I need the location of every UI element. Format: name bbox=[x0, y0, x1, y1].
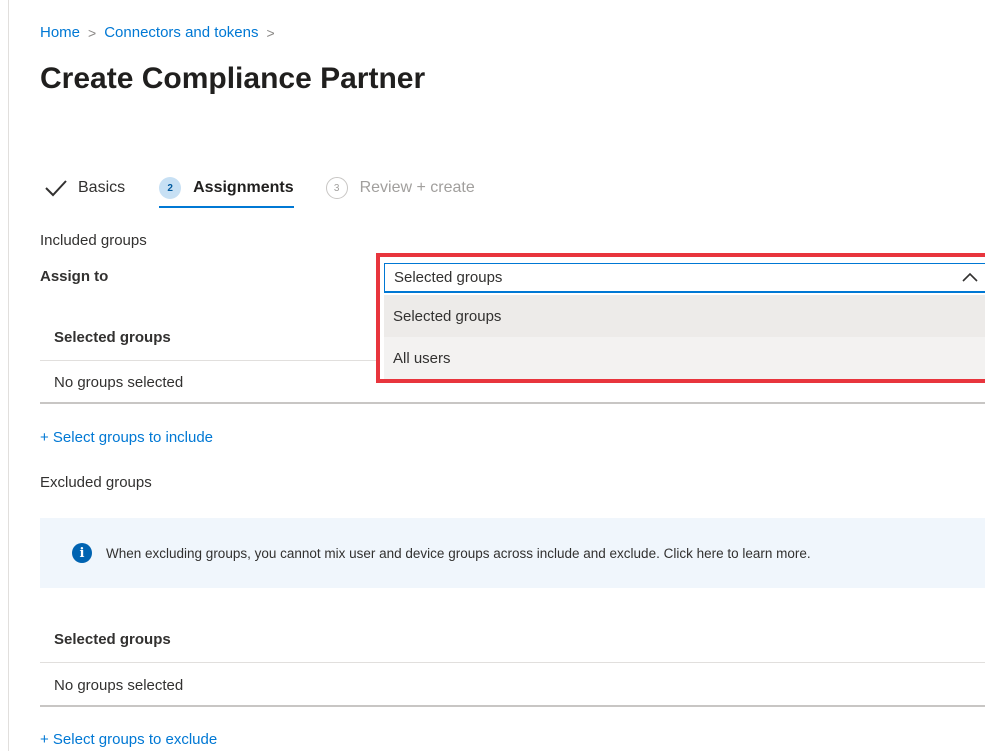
included-empty-state: No groups selected bbox=[54, 374, 184, 391]
select-groups-to-include-link[interactable]: + Select groups to include bbox=[40, 429, 213, 446]
page-title: Create Compliance Partner bbox=[40, 62, 426, 95]
tab-basics-label: Basics bbox=[78, 179, 126, 196]
info-message-bar[interactable]: i When excluding groups, you cannot mix … bbox=[40, 518, 985, 588]
step-number-badge: 3 bbox=[325, 177, 348, 199]
divider bbox=[40, 662, 985, 663]
dropdown-option-label: Selected groups bbox=[393, 307, 502, 325]
included-groups-heading: Included groups bbox=[40, 232, 147, 249]
excluded-table-header: Selected groups bbox=[54, 631, 171, 648]
dropdown-option-label: All users bbox=[393, 349, 451, 367]
dropdown-option-all-users[interactable]: All users bbox=[384, 337, 985, 379]
breadcrumb-separator: > bbox=[88, 24, 97, 41]
excluded-groups-heading: Excluded groups bbox=[40, 474, 152, 491]
divider bbox=[40, 705, 985, 707]
select-groups-to-exclude-link[interactable]: + Select groups to exclude bbox=[40, 731, 217, 748]
tab-review-create[interactable]: 3 Review + create bbox=[325, 172, 475, 204]
dropdown-option-selected-groups[interactable]: Selected groups bbox=[384, 295, 985, 337]
chevron-up-icon bbox=[962, 272, 978, 282]
assign-to-label: Assign to bbox=[40, 268, 109, 285]
divider bbox=[40, 402, 985, 404]
breadcrumb: Home > Connectors and tokens > bbox=[40, 24, 283, 41]
info-icon: i bbox=[72, 543, 92, 563]
dropdown-selected-value: Selected groups bbox=[394, 269, 503, 286]
tab-review-label: Review + create bbox=[359, 179, 475, 196]
breadcrumb-separator: > bbox=[266, 24, 275, 41]
info-message-text: When excluding groups, you cannot mix us… bbox=[106, 545, 811, 561]
breadcrumb-home[interactable]: Home bbox=[40, 24, 80, 41]
wizard-tabs: Basics 2 Assignments 3 Review + create bbox=[44, 172, 475, 208]
tab-basics[interactable]: Basics bbox=[44, 172, 125, 204]
step-number-badge: 2 bbox=[159, 177, 182, 199]
tab-assignments[interactable]: 2 Assignments bbox=[159, 172, 295, 208]
breadcrumb-connectors-and-tokens[interactable]: Connectors and tokens bbox=[104, 24, 258, 41]
assign-to-dropdown[interactable]: Selected groups bbox=[384, 263, 985, 293]
checkmark-icon bbox=[45, 180, 67, 197]
tab-assignments-label: Assignments bbox=[193, 179, 294, 196]
excluded-empty-state: No groups selected bbox=[54, 677, 184, 694]
left-border bbox=[8, 0, 9, 751]
assign-to-dropdown-highlight: Selected groups Selected groups All user… bbox=[376, 253, 985, 383]
